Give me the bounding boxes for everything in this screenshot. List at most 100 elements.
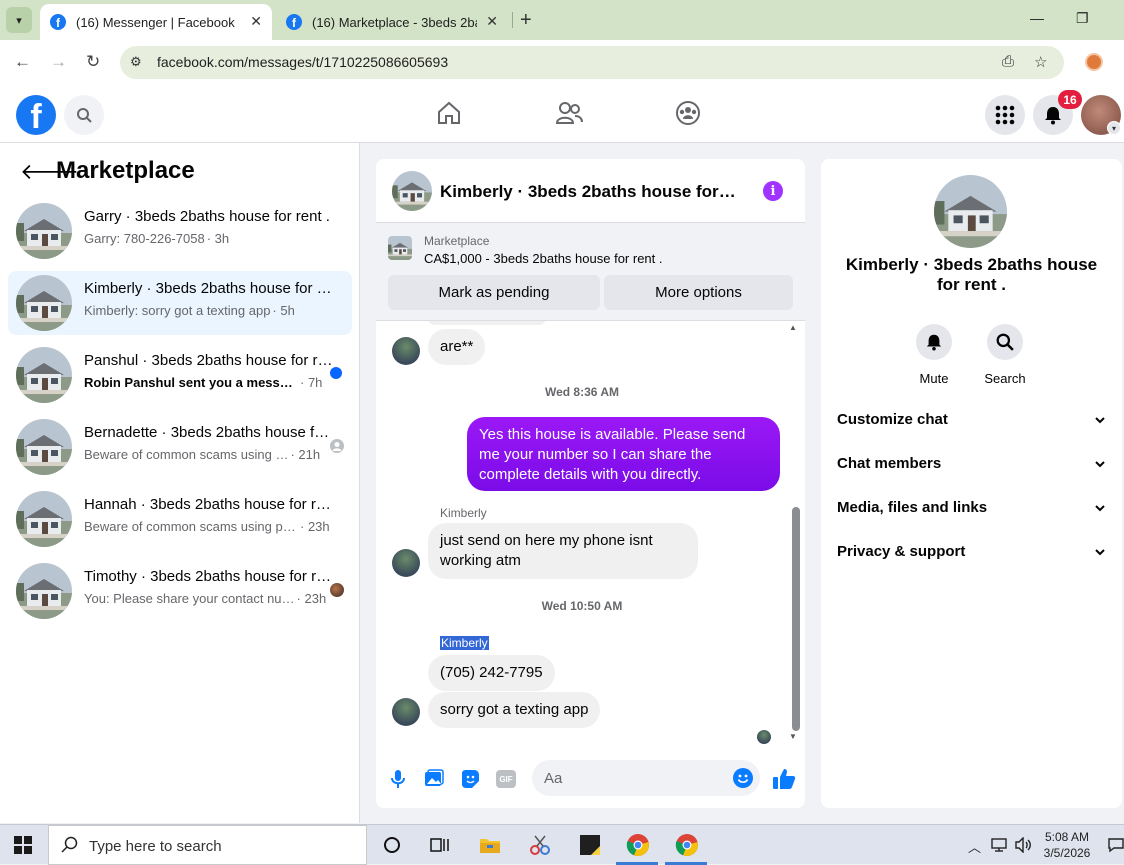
browser-profile-avatar[interactable] — [1085, 53, 1103, 71]
back-button[interactable]: ← — [14, 52, 31, 72]
scroll-down-arrow-icon[interactable]: ▼ — [789, 732, 797, 741]
more-options-button[interactable]: More options — [604, 275, 793, 310]
search-button[interactable] — [64, 95, 104, 135]
microphone-icon[interactable] — [387, 768, 409, 790]
read-receipt-avatar — [757, 730, 771, 744]
conversation-item[interactable]: Timothy · 3beds 2baths house for rent . Y… — [8, 559, 352, 623]
read-receipt-avatar — [330, 583, 344, 597]
mark-as-pending-button[interactable]: Mark as pending — [388, 275, 600, 310]
system-clock[interactable]: 5:08 AM 3/5/2026 — [1037, 829, 1097, 861]
address-bar-row: ← → ↻ ⚙ facebook.com/messages/t/17102250… — [0, 40, 1124, 86]
privacy-support-section[interactable]: Privacy & support — [837, 543, 1107, 567]
search-in-conversation-button[interactable]: Search — [975, 324, 1035, 386]
chevron-down-icon[interactable]: ▾ — [1107, 121, 1121, 135]
windows-taskbar: Type here to search ︿ 5:08 AM 3/5/2026 — [0, 824, 1124, 865]
network-icon[interactable] — [990, 837, 1008, 856]
taskbar-search-box[interactable]: Type here to search — [48, 825, 367, 865]
friends-nav-button[interactable] — [555, 100, 583, 131]
preview-time: · 21h — [290, 447, 321, 462]
image-attach-icon[interactable] — [423, 768, 445, 790]
scroll-up-arrow-icon[interactable]: ▲ — [789, 323, 797, 332]
chrome-icon[interactable] — [624, 831, 652, 859]
preview-text: Beware of common scams using … — [84, 447, 289, 462]
tab-messenger[interactable]: f (16) Messenger | Facebook ✕ — [40, 4, 272, 40]
facebook-header: f 16 ▾ — [0, 86, 1124, 143]
home-nav-button[interactable] — [436, 100, 462, 131]
gif-icon[interactable]: GIF — [495, 768, 517, 790]
install-app-icon[interactable]: ⎙ — [1002, 53, 1014, 70]
message-input[interactable]: Aa — [532, 760, 760, 796]
scrollbar-thumb[interactable] — [792, 507, 800, 731]
conversation-item[interactable]: Garry · 3beds 2baths house for rent . Gar… — [8, 199, 352, 263]
cortana-icon[interactable] — [378, 831, 406, 859]
file-explorer-icon[interactable] — [476, 831, 504, 859]
thumbs-up-icon[interactable] — [772, 768, 796, 790]
omnibox[interactable]: ⚙ facebook.com/messages/t/17102250866056… — [120, 46, 1064, 79]
message-composer: GIF Aa — [376, 746, 805, 808]
url-text[interactable]: facebook.com/messages/t/1710225086605693 — [157, 54, 448, 70]
message-thread[interactable]: are** Wed 8:36 AM Yes this house is avai… — [376, 321, 805, 746]
close-tab-icon[interactable]: ✕ — [250, 13, 262, 30]
preview-text: Garry: 780-226-7058 — [84, 231, 205, 246]
sender-avatar[interactable] — [392, 337, 420, 365]
restore-button[interactable]: ❐ — [1076, 10, 1089, 27]
task-view-icon[interactable] — [426, 831, 454, 859]
chat-members-section[interactable]: Chat members — [837, 455, 1107, 479]
conversation-details-panel: Kimberly · 3beds 2baths house for rent .… — [821, 159, 1122, 808]
new-tab-button[interactable]: + — [520, 9, 532, 32]
groups-nav-button[interactable] — [675, 100, 701, 131]
facebook-logo[interactable]: f — [16, 95, 56, 135]
contact-avatar[interactable] — [934, 175, 1007, 248]
chevron-down-icon — [1095, 461, 1105, 468]
site-info-icon[interactable]: ⚙ — [130, 54, 142, 70]
sender-avatar[interactable] — [392, 549, 420, 577]
windows-start-icon[interactable] — [14, 836, 32, 859]
listing-title[interactable]: CA$1,000 - 3beds 2baths house for rent . — [424, 251, 663, 266]
snipping-tool-icon[interactable] — [526, 831, 554, 859]
bookmark-star-icon[interactable]: ☆ — [1034, 53, 1047, 71]
conversation-preview: Beware of common scams using … · 21h — [84, 447, 320, 462]
message-bubble[interactable]: sorry got a texting app — [428, 692, 601, 728]
sender-avatar[interactable] — [392, 698, 420, 726]
conversation-item[interactable]: Kimberly · 3beds 2baths house for rent .… — [8, 271, 352, 335]
sender-name: Kimberly — [440, 506, 487, 520]
show-hidden-icons[interactable]: ︿ — [968, 837, 981, 856]
chat-avatar[interactable] — [392, 171, 432, 211]
minimize-button[interactable]: — — [1030, 10, 1044, 26]
emoji-icon[interactable] — [733, 768, 753, 788]
outgoing-message-bubble[interactable]: Yes this house is available. Please send… — [467, 417, 780, 491]
conversation-name: Hannah · 3beds 2baths house for rent . — [84, 496, 334, 513]
conversation-avatar — [16, 563, 72, 619]
message-bubble[interactable]: are** — [428, 329, 486, 365]
conversation-item[interactable]: Bernadette · 3beds 2baths house for rent… — [8, 415, 352, 479]
friends-icon — [555, 102, 583, 124]
listing-thumbnail[interactable] — [388, 236, 412, 260]
message-bubble[interactable]: (705) 242-7795 — [428, 655, 555, 691]
groups-icon — [676, 101, 700, 125]
conversation-preview: Kimberly: sorry got a texting app · 5h — [84, 303, 295, 318]
volume-icon[interactable] — [1014, 836, 1032, 856]
reload-button[interactable]: ↻ — [86, 52, 100, 72]
message-bubble[interactable]: just send on here my phone isnt working … — [428, 523, 698, 579]
tab-search-button[interactable]: ▾ — [6, 7, 32, 33]
customize-chat-section[interactable]: Customize chat — [837, 411, 1107, 435]
conversation-item[interactable]: Panshul · 3beds 2baths house for rent . R… — [8, 343, 352, 407]
conversation-item[interactable]: Hannah · 3beds 2baths house for rent . Be… — [8, 487, 352, 551]
search-icon — [996, 333, 1014, 351]
info-icon[interactable]: i — [763, 181, 783, 201]
sender-name: Kimberly — [440, 636, 489, 650]
chat-title[interactable]: Kimberly · 3beds 2baths house for rent . — [440, 182, 740, 202]
forward-button[interactable]: → — [50, 52, 67, 72]
mute-button[interactable]: Mute — [904, 324, 964, 386]
media-files-links-section[interactable]: Media, files and links — [837, 499, 1107, 523]
facebook-favicon-icon: f — [50, 14, 66, 30]
notification-center-icon[interactable] — [1108, 837, 1124, 856]
close-tab-icon[interactable]: ✕ — [486, 13, 498, 30]
tab-marketplace[interactable]: f (16) Marketplace - 3beds 2baths ✕ — [276, 4, 508, 40]
menu-button[interactable] — [985, 95, 1025, 135]
facebook-favicon-icon: f — [286, 14, 302, 30]
sticker-icon[interactable] — [459, 768, 481, 790]
sticky-notes-icon[interactable] — [576, 831, 604, 859]
chrome-profile-icon[interactable] — [673, 831, 701, 859]
chat-header: Kimberly · 3beds 2baths house for rent .… — [376, 159, 805, 223]
